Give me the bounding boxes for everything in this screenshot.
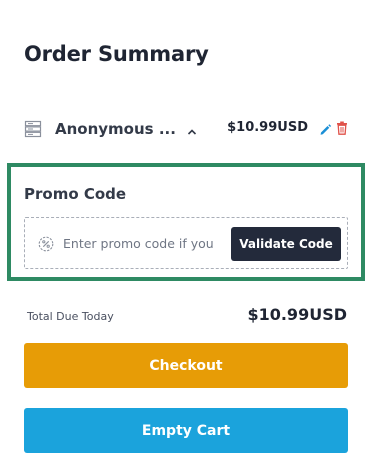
total-due-amount: $10.99USD: [247, 305, 347, 324]
total-due-label: Total Due Today: [27, 310, 114, 323]
cart-item-price: $10.99USD: [227, 120, 308, 135]
discount-icon: [38, 236, 54, 252]
promo-code-field: Validate Code: [24, 217, 348, 269]
empty-cart-button[interactable]: Empty Cart: [24, 408, 348, 453]
promo-code-label: Promo Code: [24, 185, 127, 203]
promo-code-input[interactable]: [63, 230, 213, 256]
promo-code-section: Promo Code Validate Code: [7, 163, 365, 281]
server-icon: [24, 120, 42, 138]
checkout-button[interactable]: Checkout: [24, 343, 348, 388]
validate-code-button[interactable]: Validate Code: [231, 227, 341, 261]
trash-icon[interactable]: [336, 120, 348, 135]
chevron-up-icon[interactable]: [186, 123, 198, 135]
cart-item-name[interactable]: Anonymous ...: [55, 120, 176, 138]
pencil-icon[interactable]: [319, 121, 332, 135]
cart-item-row: Anonymous ... $10.99USD: [24, 118, 350, 140]
order-summary-title: Order Summary: [24, 42, 209, 66]
